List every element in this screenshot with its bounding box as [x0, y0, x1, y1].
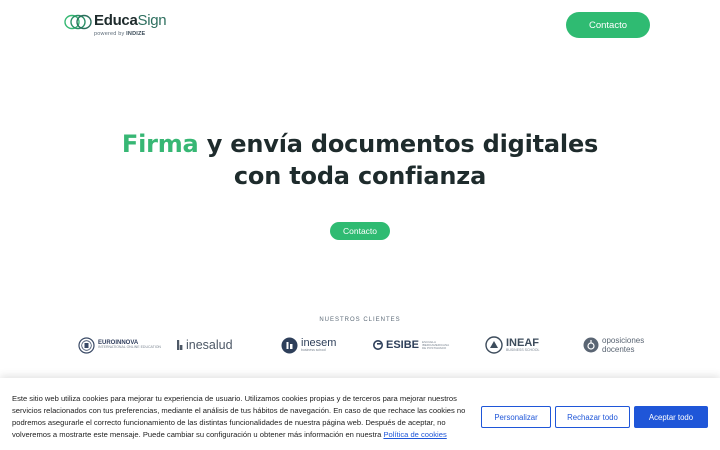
- hero-line-2: con toda confianza: [233, 162, 487, 190]
- header-contact-button[interactable]: Contacto: [566, 12, 650, 38]
- clients-title: NUESTROS CLIENTES: [319, 317, 401, 323]
- client-logo-inesalud: inesalud: [177, 334, 233, 356]
- client-logo-esibe: ESIBE ESCUELA IBEROAMERICANA DE POSTGRAD…: [373, 334, 449, 356]
- cookie-banner-text: Este sitio web utiliza cookies para mejo…: [12, 394, 466, 439]
- client-logo-oposiciones-docentes: oposiciones docentes: [583, 334, 644, 356]
- oposiciones-circle-icon: [583, 337, 599, 353]
- cookie-customize-button[interactable]: Personalizar: [481, 406, 551, 428]
- logo-rings-icon: [64, 14, 92, 30]
- hero-accent-word: Firma: [121, 130, 199, 158]
- clients-logo-row: EUROINNOVA INTERNATIONAL ONLINE EDUCATIO…: [0, 334, 720, 356]
- hero-contact-button[interactable]: Contacto: [330, 222, 390, 240]
- esibe-mark-icon: [373, 340, 383, 350]
- client-logo-euroinnova: EUROINNOVA INTERNATIONAL ONLINE EDUCATIO…: [78, 334, 161, 356]
- cookie-accept-all-button[interactable]: Aceptar todo: [634, 406, 708, 428]
- euroinnova-seal-icon: [78, 336, 95, 354]
- cookie-banner: Este sitio web utiliza cookies para mejo…: [0, 378, 720, 450]
- logo-powered-by: powered by INDIZE: [94, 31, 146, 37]
- client-logo-inesem: inesem business school: [281, 334, 336, 356]
- site-header: EducaSign powered by INDIZE Contacto: [0, 0, 720, 50]
- logo-wordmark: EducaSign: [94, 12, 167, 29]
- hero-line-1: Firma y envía documentos digitales: [121, 130, 599, 158]
- cookie-reject-all-button[interactable]: Rechazar todo: [555, 406, 630, 428]
- hero-heading: Firma y envía documentos digitales con t…: [0, 128, 720, 192]
- educasign-logo[interactable]: EducaSign powered by INDIZE: [64, 12, 167, 40]
- cookie-policy-link[interactable]: Política de cookies: [383, 430, 446, 439]
- client-logo-ineaf: INEAF BUSINESS SCHOOL: [485, 334, 539, 356]
- inesalud-mark-icon: [177, 340, 183, 350]
- inesem-circle-icon: [281, 337, 298, 353]
- ineaf-circle-icon: [485, 336, 503, 354]
